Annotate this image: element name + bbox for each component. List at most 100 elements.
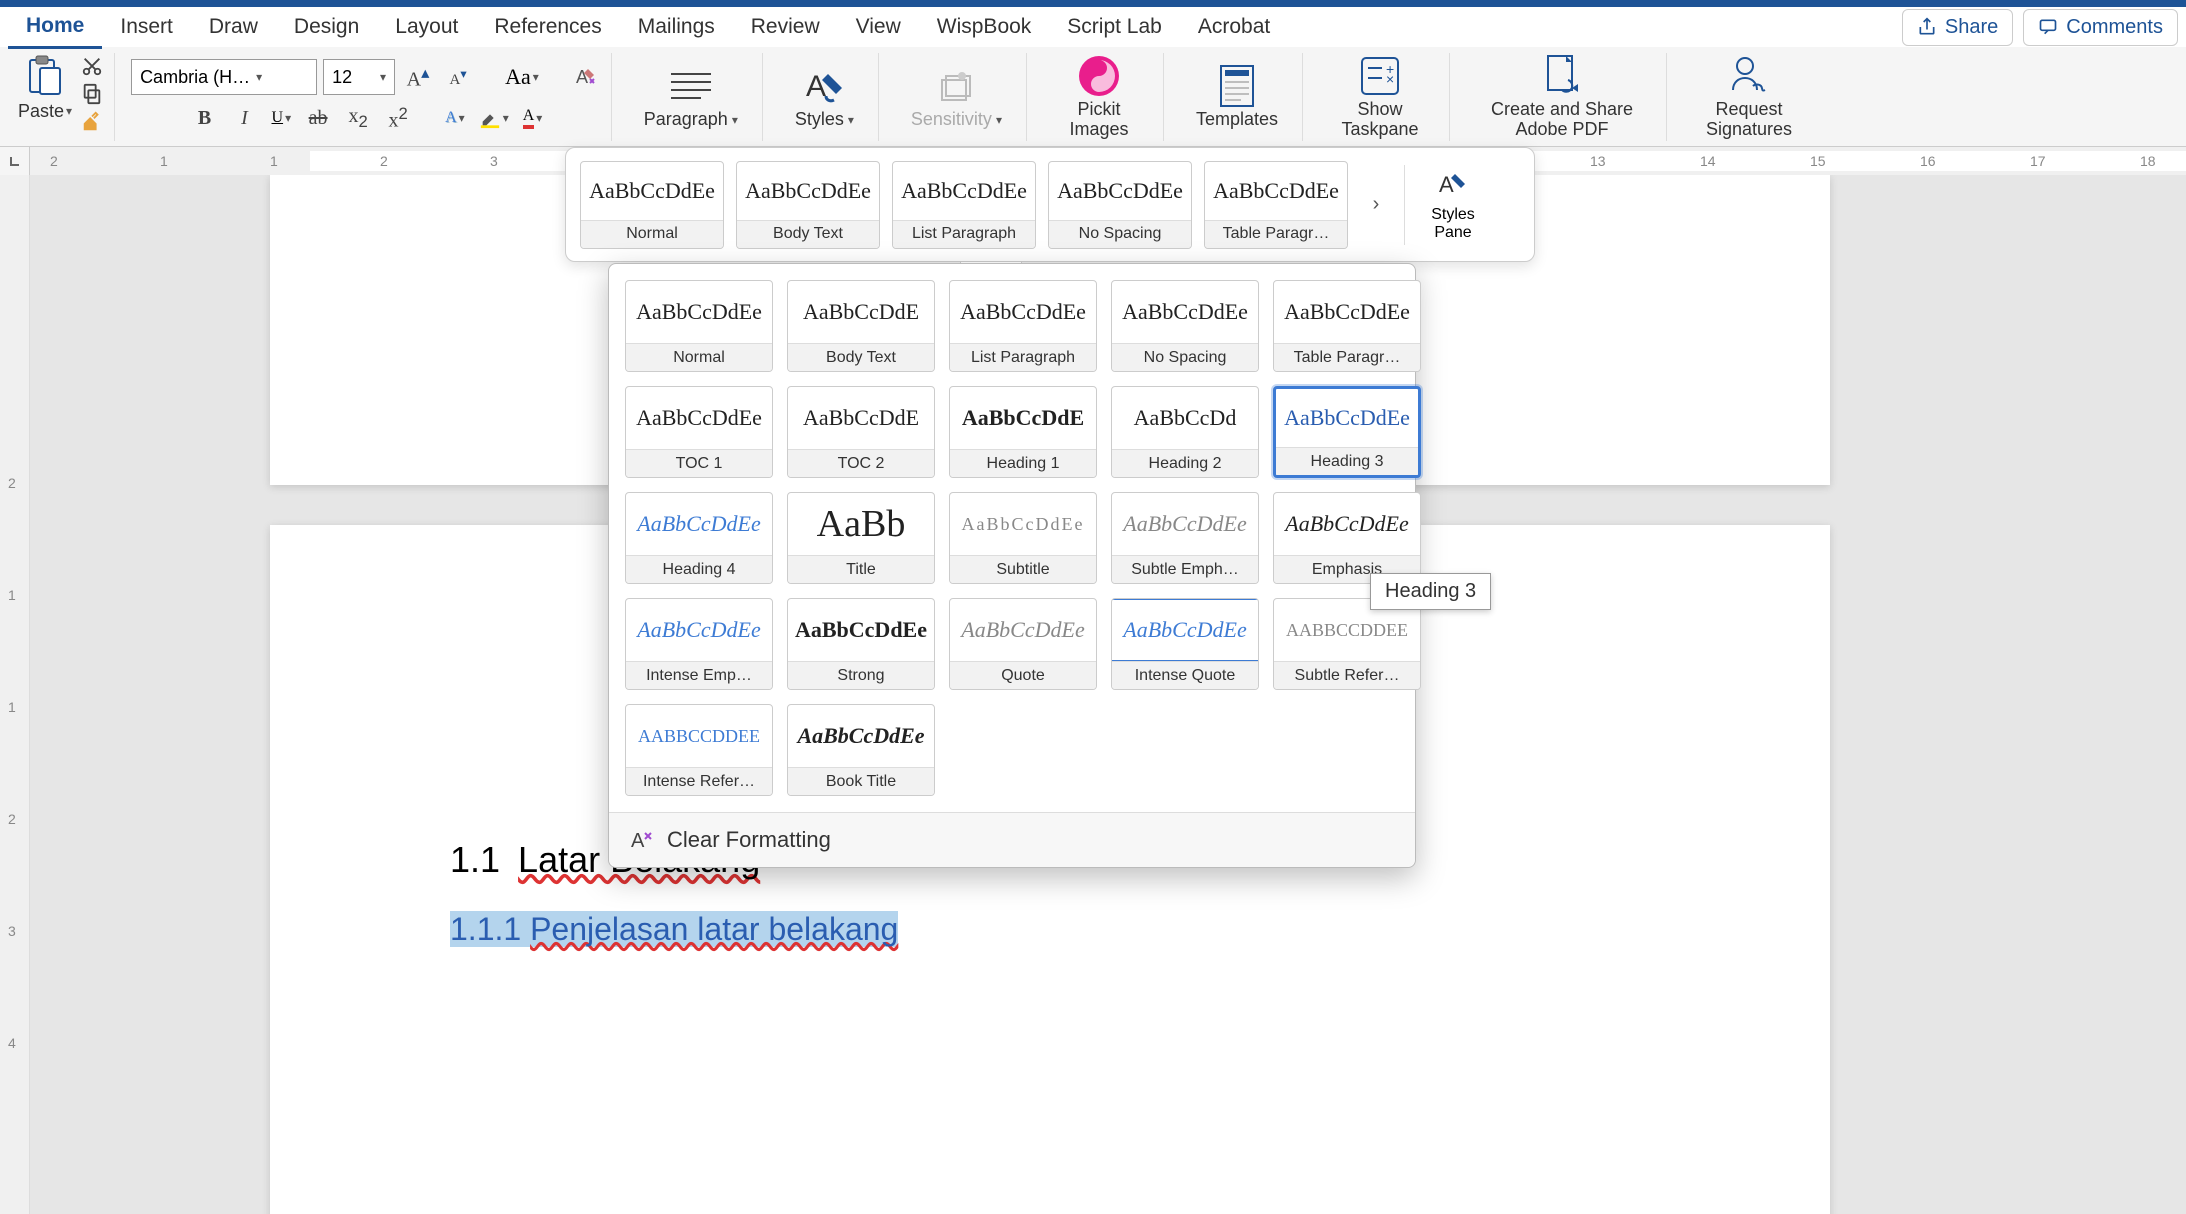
format-painter-button[interactable] <box>78 109 106 135</box>
style-card-normal[interactable]: AaBbCcDdEeNormal <box>625 280 773 372</box>
style-card-intense-emp-[interactable]: AaBbCcDdEeIntense Emp… <box>625 598 773 690</box>
style-preview: AaBbCcDdEe <box>950 493 1096 555</box>
copy-button[interactable] <box>78 81 106 107</box>
style-card-list-paragraph[interactable]: AaBbCcDdEeList Paragraph <box>949 280 1097 372</box>
strikethrough-button[interactable]: ab <box>301 101 335 135</box>
style-card-emphasis[interactable]: AaBbCcDdEeEmphasis <box>1273 492 1421 584</box>
paste-button[interactable]: Paste▾ <box>18 53 72 122</box>
style-card-subtitle[interactable]: AaBbCcDdEeSubtitle <box>949 492 1097 584</box>
style-card-quote[interactable]: AaBbCcDdEeQuote <box>949 598 1097 690</box>
style-card-table-paragr-[interactable]: AaBbCcDdEeTable Paragr… <box>1204 161 1348 249</box>
style-card-no-spacing[interactable]: AaBbCcDdEeNo Spacing <box>1048 161 1192 249</box>
superscript-button[interactable]: x2 <box>381 101 415 135</box>
tab-scriptlab[interactable]: Script Lab <box>1049 7 1180 47</box>
style-card-body-text[interactable]: AaBbCcDdEeBody Text <box>736 161 880 249</box>
italic-button[interactable]: I <box>228 101 262 135</box>
font-name-select[interactable]: Cambria (H… ▾ <box>131 59 317 95</box>
tab-insert[interactable]: Insert <box>102 7 191 47</box>
style-card-no-spacing[interactable]: AaBbCcDdEeNo Spacing <box>1111 280 1259 372</box>
style-card-heading-1[interactable]: AaBbCcDdEHeading 1 <box>949 386 1097 478</box>
underline-icon: U <box>272 109 284 127</box>
signatures-button[interactable]: Request Signatures <box>1683 54 1815 140</box>
style-card-heading-4[interactable]: AaBbCcDdEeHeading 4 <box>625 492 773 584</box>
taskpane-label: Show Taskpane <box>1335 100 1425 140</box>
doc-heading-3[interactable]: 1.1.1 Penjelasan latar belakang <box>450 911 1650 948</box>
style-name-label: Intense Emp… <box>626 661 772 689</box>
clear-formatting-item[interactable]: A Clear Formatting <box>609 812 1415 867</box>
style-card-title[interactable]: AaBbTitle <box>787 492 935 584</box>
tab-mailings[interactable]: Mailings <box>620 7 733 47</box>
templates-group: Templates <box>1172 53 1303 141</box>
increase-font-icon: A▴ <box>407 63 430 92</box>
style-preview: AaBbCcDd <box>1112 387 1258 449</box>
increase-font-button[interactable]: A▴ <box>401 60 435 94</box>
style-card-body-text[interactable]: AaBbCcDdEBody Text <box>787 280 935 372</box>
font-size-select[interactable]: 12 ▾ <box>323 59 395 95</box>
bold-button[interactable]: B <box>188 101 222 135</box>
style-card-heading-3[interactable]: AaBbCcDdEeHeading 3 <box>1273 386 1421 478</box>
vertical-ruler[interactable]: 211234 <box>0 175 30 1214</box>
style-name-label: List Paragraph <box>950 343 1096 371</box>
style-card-normal[interactable]: AaBbCcDdEeNormal <box>580 161 724 249</box>
style-card-strong[interactable]: AaBbCcDdEeStrong <box>787 598 935 690</box>
italic-icon: I <box>241 107 248 130</box>
style-preview: AaBbCcDdEe <box>1112 599 1258 661</box>
clear-formatting-button[interactable]: A <box>569 60 603 94</box>
change-case-icon: Aa <box>505 64 531 90</box>
style-card-subtle-emph-[interactable]: AaBbCcDdEeSubtle Emph… <box>1111 492 1259 584</box>
style-card-toc-2[interactable]: AaBbCcDdETOC 2 <box>787 386 935 478</box>
style-card-table-paragr-[interactable]: AaBbCcDdEeTable Paragr… <box>1273 280 1421 372</box>
styles-pane-button[interactable]: A Styles Pane <box>1417 168 1489 241</box>
sensitivity-button: Sensitivity▾ <box>895 64 1018 130</box>
taskpane-button[interactable]: +× Show Taskpane <box>1319 54 1441 140</box>
paragraph-label: Paragraph <box>644 110 728 130</box>
styles-button[interactable]: A Styles▾ <box>779 64 870 130</box>
style-card-list-paragraph[interactable]: AaBbCcDdEeList Paragraph <box>892 161 1036 249</box>
sensitivity-group: Sensitivity▾ <box>887 53 1027 141</box>
change-case-button[interactable]: Aa▾ <box>501 62 543 92</box>
ruler-v-tick: 2 <box>8 475 16 491</box>
ruler-h-tick: 3 <box>490 153 498 169</box>
font-color-button[interactable]: A▾ <box>519 105 547 131</box>
subscript-button[interactable]: x2 <box>341 101 375 135</box>
templates-button[interactable]: Templates <box>1180 64 1294 130</box>
underline-button[interactable]: U▾ <box>268 107 296 129</box>
tab-references[interactable]: References <box>476 7 619 47</box>
text-effects-icon: A <box>445 109 457 127</box>
comments-label: Comments <box>2066 16 2163 39</box>
tab-home[interactable]: Home <box>8 6 102 49</box>
styles-more-button[interactable]: › <box>1360 161 1392 249</box>
style-card-intense-refer-[interactable]: AABBCCDDEEIntense Refer… <box>625 704 773 796</box>
cut-button[interactable] <box>78 53 106 79</box>
tab-layout[interactable]: Layout <box>377 7 476 47</box>
style-card-heading-2[interactable]: AaBbCcDdHeading 2 <box>1111 386 1259 478</box>
ruler-v-tick: 1 <box>8 699 16 715</box>
style-card-book-title[interactable]: AaBbCcDdEeBook Title <box>787 704 935 796</box>
tab-wispbook[interactable]: WispBook <box>919 7 1050 47</box>
adobepdf-button[interactable]: Create and Share Adobe PDF <box>1466 54 1658 140</box>
tab-view[interactable]: View <box>838 7 919 47</box>
share-button[interactable]: Share <box>1902 9 2013 46</box>
text-effects-button[interactable]: A▾ <box>441 107 469 129</box>
ribbon-tabs: Home Insert Draw Design Layout Reference… <box>0 7 2186 47</box>
tab-acrobat[interactable]: Acrobat <box>1180 7 1288 47</box>
style-card-toc-1[interactable]: AaBbCcDdEeTOC 1 <box>625 386 773 478</box>
h3-text: Penjelasan latar belakang <box>530 911 898 947</box>
pickit-button[interactable]: Pickit Images <box>1043 54 1155 140</box>
tab-draw[interactable]: Draw <box>191 7 276 47</box>
comments-button[interactable]: Comments <box>2023 9 2178 46</box>
style-card-subtle-refer-[interactable]: AABBCCDDEESubtle Refer… <box>1273 598 1421 690</box>
style-preview: AaBbCcDdEe <box>1276 389 1418 447</box>
chevron-down-icon: ▾ <box>256 70 262 84</box>
style-preview: AaBbCcDdEe <box>950 599 1096 661</box>
tab-review[interactable]: Review <box>733 7 838 47</box>
highlight-button[interactable]: ▾ <box>475 105 513 131</box>
tab-design[interactable]: Design <box>276 7 377 47</box>
ruler-h-tick: 18 <box>2140 153 2156 169</box>
style-card-intense-quote[interactable]: AaBbCcDdEeIntense Quote <box>1111 598 1259 690</box>
style-preview: AaBbCcDdEe <box>626 281 772 343</box>
paragraph-button[interactable]: Paragraph▾ <box>628 64 754 130</box>
style-preview: AaBbCcDdEe <box>1205 162 1347 220</box>
decrease-font-button[interactable]: A▾ <box>441 60 475 94</box>
chevron-down-icon: ▾ <box>459 111 465 125</box>
